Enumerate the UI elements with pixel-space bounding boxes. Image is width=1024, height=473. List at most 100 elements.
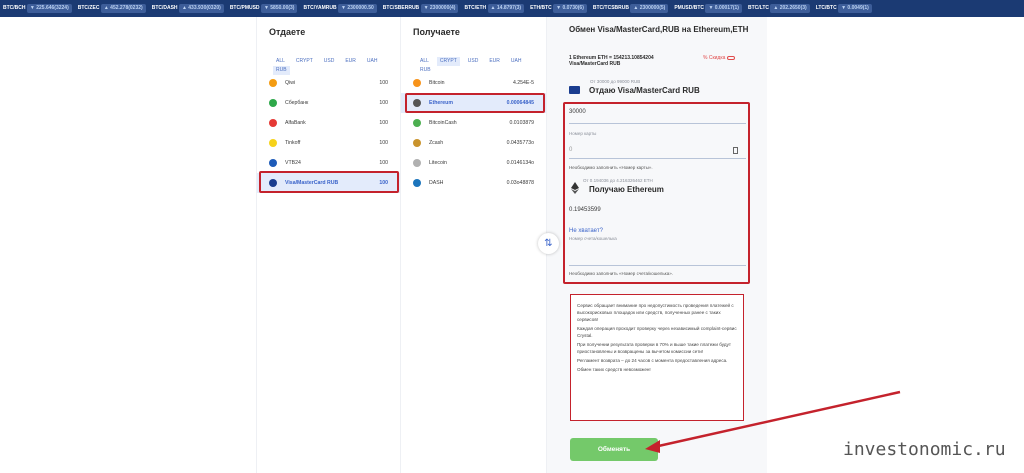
exchange-button[interactable]: Обменять [570,438,658,461]
ticker-pair: BTC/LTC [747,5,769,11]
ticker-value: ▼ 225.646(3224) [26,4,72,13]
aml-notice-paragraph: При получении результата проверки в 70% … [577,342,731,354]
currency-icon [413,119,421,127]
get-column: Получаете ALL CRYPT USD EUR UAHRUB Bitcoin 4.… [401,17,547,473]
watermark: investonomic.ru [843,439,1006,460]
get-item-litecoin[interactable]: Litecoin 0.0146134o [401,153,546,173]
currency-value: 100 [379,80,388,86]
discount-toggle[interactable]: % Скидка [703,55,735,61]
get-item-bitcoincash[interactable]: BitcoinCash 0.0103879 [401,113,546,133]
get-filter-all[interactable]: ALL [417,57,432,66]
ticker-item: BTC/ETH ▲ 14.8797(3) [461,0,527,17]
currency-name: VTB24 [285,160,301,166]
ticker-value: ▼ 0.00017(1) [705,4,742,13]
swap-icon[interactable]: ⇅ [538,233,559,254]
give-item-сбербанк[interactable]: Сбербанк 100 [257,93,400,113]
currency-value: 0.0146134o [506,160,534,166]
ticker-pair: BTC/ETH [464,5,487,11]
currency-value: 100 [379,160,388,166]
currency-name: BitcoinCash [429,120,457,126]
currency-name: Tinkoff [285,140,301,146]
ticker-pair: BTC/SBERRUB [382,5,420,11]
currency-name: Сбербанк [285,100,309,106]
ticker-value: ▲ 452.278(0232) [100,4,146,13]
currency-icon [269,79,277,87]
give-item-tinkoff[interactable]: Tinkoff 100 [257,133,400,153]
get-filter-crypt[interactable]: CRYPT [436,57,460,66]
get-filters: ALL CRYPT USD EUR UAHRUB [417,57,546,73]
currency-value: 100 [379,100,388,106]
ticker-value: ▼ 0.0049(1) [838,4,872,13]
aml-notice-paragraph: Обмен таких средств невозможен! [577,367,651,372]
give-range: От 30000 до 99000 RUB [590,79,641,84]
give-title: Отдаете [269,27,306,37]
ticker-item: PMUSD/BTC ▼ 0.00017(1) [671,0,745,17]
get-list: Bitcoin 4.254E-5 Ethereum 0.00064845 Bitcoin… [401,73,546,193]
currency-icon [269,119,277,127]
give-filter-uah[interactable]: UAH [364,57,381,66]
currency-value: 4.254E-5 [512,80,534,86]
ticker-item: BTC/SBERRUB ▼ 2300000(4) [380,0,462,17]
ticker-pair: BTC/PMUSD [229,5,260,11]
get-filter-uah[interactable]: UAH [508,57,525,66]
ticker-pair: BTC/DASH [151,5,178,11]
currency-value: 0.03o48878 [506,180,534,186]
currency-icon [413,159,421,167]
ticker-pair: ETH/BTC [530,5,552,11]
ticker-value: ▲ 14.8797(3) [487,4,525,13]
ticker-pair: LTC/BTC [815,5,837,11]
currency-name: Qiwi [285,80,296,86]
ticker-value: ▲ 202.2650(3) [770,4,810,13]
ticker-value: ▲ 433.930(0320) [178,4,224,13]
currency-icon [269,139,277,147]
rate-currency: Visa/MasterCard RUB [569,61,621,67]
currency-name: DASH [429,180,444,186]
ticker-item: BTC/YAMRUB ▼ 2300000.50 [300,0,379,17]
give-filter-eur[interactable]: EUR [342,57,359,66]
ticker-pair: BTC/TCSBRUB [592,5,629,11]
ticker-item: BTC/TCSBRUB ▲ 2300000(5) [590,0,671,17]
get-title: Получаете [413,27,460,37]
currency-name: AlfaBank [285,120,306,126]
ticker-pair: PMUSD/BTC [674,5,705,11]
currency-icon [413,179,421,187]
aml-notice: Сервис обращает внимание про недопустимо… [570,294,744,421]
give-filter-usd[interactable]: USD [321,57,338,66]
rates-ticker: BTC/BCH ▼ 225.646(3224) BTC/ZEC ▲ 452.278… [0,0,1024,17]
give-item-qiwi[interactable]: Qiwi 100 [257,73,400,93]
currency-icon [413,139,421,147]
card-icon [569,86,580,94]
ticker-value: ▼ 2300000.50 [338,4,377,13]
get-item-bitcoin[interactable]: Bitcoin 4.254E-5 [401,73,546,93]
ticker-item: BTC/ZEC ▲ 452.278(0232) [75,0,149,17]
get-filter-eur[interactable]: EUR [486,57,503,66]
aml-notice-paragraph: Регламент возврата – до 24 часов с момен… [577,358,728,363]
give-filter-all[interactable]: ALL [273,57,288,66]
ticker-item: BTC/PMUSD ▼ 5850.00(3) [227,0,301,17]
currency-name: Bitcoin [429,80,445,86]
annotation-form-box [563,102,750,284]
give-filter-crypt[interactable]: CRYPT [293,57,316,66]
ticker-pair: BTC/BCH [3,5,26,11]
toggle-icon [726,55,735,60]
ticker-value: ▼ 0.0730(6) [553,4,587,13]
give-item-alfabank[interactable]: AlfaBank 100 [257,113,400,133]
discount-label: % Скидка [703,55,726,61]
ticker-item: ETH/BTC ▼ 0.0730(6) [527,0,590,17]
currency-icon [413,79,421,87]
give-label: Отдаю Visa/MasterCard RUB [589,86,700,95]
currency-value: 0.0103879 [509,120,534,126]
aml-notice-paragraph: Сервис обращает внимание про недопустимо… [577,303,734,322]
ticker-item: BTC/DASH ▲ 433.930(0320) [149,0,227,17]
ticker-item: BTC/BCH ▼ 225.646(3224) [0,0,75,17]
get-item-dash[interactable]: DASH 0.03o48878 [401,173,546,193]
give-column: Отдаете ALL CRYPT USD EUR UAHRUB Qiwi 100 Сбер… [256,17,401,473]
give-item-vtb24[interactable]: VTB24 100 [257,153,400,173]
currency-icon [269,99,277,107]
currency-icon [269,159,277,167]
get-filter-usd[interactable]: USD [465,57,482,66]
annotation-get-box [405,93,545,113]
ticker-pair: BTC/ZEC [77,5,100,11]
get-item-zcash[interactable]: Zcash 0.0435773o [401,133,546,153]
give-filters: ALL CRYPT USD EUR UAHRUB [273,57,400,75]
